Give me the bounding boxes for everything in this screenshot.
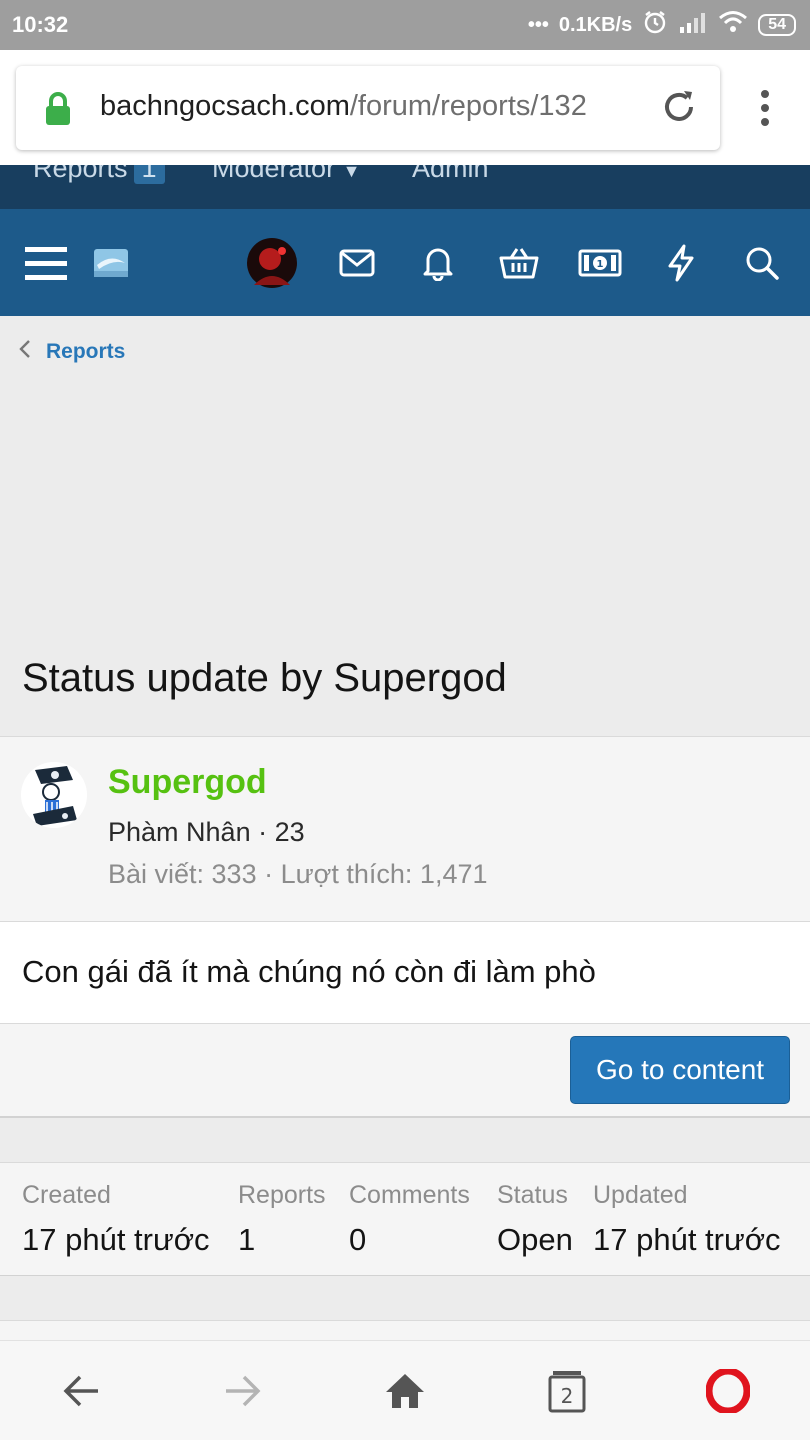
content-actions: Go to content xyxy=(0,1024,810,1118)
stat-comments: Comments 0 xyxy=(349,1181,470,1258)
browser-toolbar: bachngocsach.com/forum/reports/132 xyxy=(0,50,810,165)
more-dots-icon: ••• xyxy=(527,13,549,36)
stat-status-label: Status xyxy=(497,1181,568,1209)
user-stats: Bài viết: 333 · Lượt thích: 1,471 xyxy=(108,859,488,889)
username-link[interactable]: Supergod xyxy=(108,763,267,802)
browser-bottom-nav: 2 xyxy=(0,1340,810,1440)
breadcrumb-reports-link[interactable]: Reports xyxy=(46,340,125,364)
back-arrow-icon[interactable] xyxy=(53,1363,109,1419)
stat-comments-value: 0 xyxy=(349,1222,367,1257)
menu-dots-icon[interactable] xyxy=(752,88,778,133)
reload-icon[interactable] xyxy=(658,86,700,133)
network-speed: 0.1KB/s xyxy=(558,13,633,36)
go-to-content-button[interactable]: Go to content xyxy=(570,1036,790,1104)
basket-icon[interactable] xyxy=(493,237,545,289)
stat-updated-value: 17 phút trước xyxy=(593,1222,781,1257)
site-logo[interactable] xyxy=(85,237,137,289)
address-bar[interactable]: bachngocsach.com/forum/reports/132 xyxy=(16,66,720,150)
search-icon[interactable] xyxy=(736,237,788,289)
stat-status: Status Open xyxy=(497,1181,573,1258)
reported-content-text: Con gái đã ít mà chúng nó còn đi làm phò xyxy=(22,954,596,989)
mail-icon[interactable] xyxy=(331,237,383,289)
stat-comments-label: Comments xyxy=(349,1181,470,1209)
nav-moderator[interactable]: Moderator ▼ xyxy=(212,165,360,184)
stat-created: Created 17 phút trước xyxy=(22,1181,210,1258)
reported-content: Con gái đã ít mà chúng nó còn đi làm phò xyxy=(0,922,810,1024)
nav-moderator-label: Moderator xyxy=(212,165,336,183)
nav-reports-badge: 1 xyxy=(133,165,165,184)
url-path: /forum/reports/132 xyxy=(349,90,587,122)
url-host: bachngocsach.com xyxy=(100,90,350,122)
signal-icon xyxy=(678,11,708,39)
stat-reports: Reports 1 xyxy=(238,1181,326,1258)
clock: 10:32 xyxy=(12,12,69,37)
system-status-bar: 10:32 ••• 0.1KB/s 54 xyxy=(0,0,810,50)
opera-icon[interactable] xyxy=(700,1363,756,1419)
money-icon[interactable]: 1 xyxy=(574,237,626,289)
url-text[interactable]: bachngocsach.com/forum/reports/132 xyxy=(100,90,587,123)
wifi-icon xyxy=(718,10,748,40)
chevron-down-icon: ▼ xyxy=(342,165,361,181)
forum-header: 1 xyxy=(0,209,810,316)
lock-icon xyxy=(44,92,72,131)
forum-top-nav: Reports 1 Moderator ▼ Admin xyxy=(0,165,810,209)
home-icon[interactable] xyxy=(377,1363,433,1419)
page-title: Status update by Supergod xyxy=(22,656,507,700)
stat-status-value: Open xyxy=(497,1222,573,1257)
hamburger-icon[interactable] xyxy=(20,237,72,289)
avatar[interactable] xyxy=(21,762,87,828)
forward-arrow-icon[interactable] xyxy=(215,1363,271,1419)
nav-reports[interactable]: Reports 1 xyxy=(33,165,165,184)
stat-created-value: 17 phút trước xyxy=(22,1222,210,1257)
status-icons: ••• 0.1KB/s 54 xyxy=(528,10,796,40)
nav-admin[interactable]: Admin xyxy=(412,165,489,184)
report-stats: Created 17 phút trước Reports 1 Comments… xyxy=(0,1162,810,1276)
user-avatar[interactable] xyxy=(246,237,298,289)
stat-updated-label: Updated xyxy=(593,1181,688,1209)
stat-updated: Updated 17 phút trước xyxy=(593,1181,781,1258)
tabs-count: 2 xyxy=(561,1384,574,1408)
user-title: Phàm Nhân · 23 xyxy=(108,817,305,847)
battery-icon: 54 xyxy=(758,14,796,36)
stat-created-label: Created xyxy=(22,1181,111,1209)
tabs-icon[interactable]: 2 xyxy=(539,1363,595,1419)
nav-reports-label: Reports xyxy=(33,165,128,183)
bell-icon[interactable] xyxy=(412,237,464,289)
alarm-icon xyxy=(642,9,668,41)
svg-text:1: 1 xyxy=(597,259,604,270)
stat-reports-label: Reports xyxy=(238,1181,326,1209)
stat-reports-value: 1 xyxy=(238,1222,256,1257)
bolt-icon[interactable] xyxy=(655,237,707,289)
chevron-left-icon xyxy=(18,338,32,365)
user-card: Supergod Phàm Nhân · 23 Bài viết: 333 · … xyxy=(0,736,810,922)
breadcrumb[interactable]: Reports xyxy=(18,338,125,365)
